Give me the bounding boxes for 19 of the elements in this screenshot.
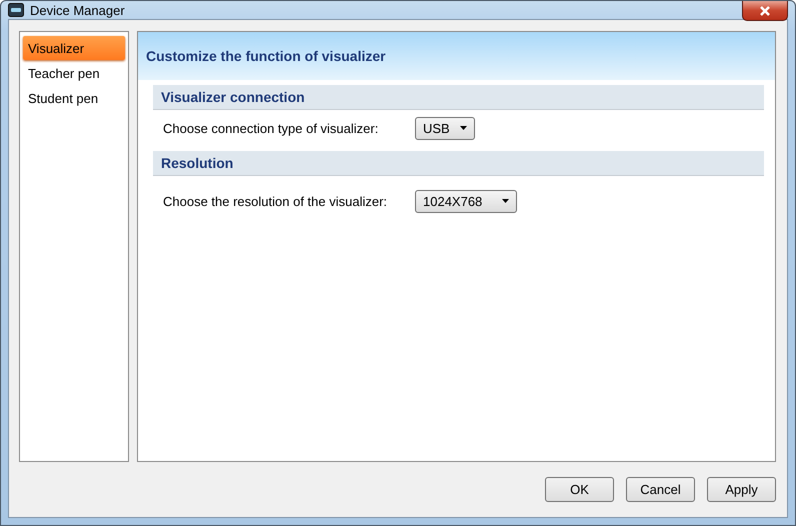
field-label: Choose the resolution of the visualizer: <box>163 194 388 208</box>
section-header: Visualizer connection <box>153 85 764 110</box>
dialog-button[interactable]: Cancel <box>626 477 695 502</box>
dialog-button[interactable]: OK <box>545 477 614 502</box>
app-icon <box>8 3 24 17</box>
section-header: Resolution <box>153 151 764 176</box>
caret-icon <box>502 199 509 203</box>
dialog-button[interactable]: Apply <box>707 477 776 502</box>
dropdown[interactable]: 1024X768 <box>415 190 517 212</box>
dropdown[interactable]: USB <box>415 116 475 140</box>
sidebar-item[interactable]: Teacher pen <box>23 61 125 85</box>
panel-header: Customize the function of visualizer <box>138 32 775 80</box>
caret-icon <box>460 126 467 130</box>
field-label: Choose connection type of visualizer: <box>163 120 380 136</box>
window-title: Device Manager <box>30 2 125 18</box>
close-icon <box>758 6 772 16</box>
close-button[interactable] <box>742 1 788 21</box>
sidebar-item[interactable]: Visualizer <box>23 36 125 60</box>
sidebar-item[interactable]: Student pen <box>23 86 125 110</box>
